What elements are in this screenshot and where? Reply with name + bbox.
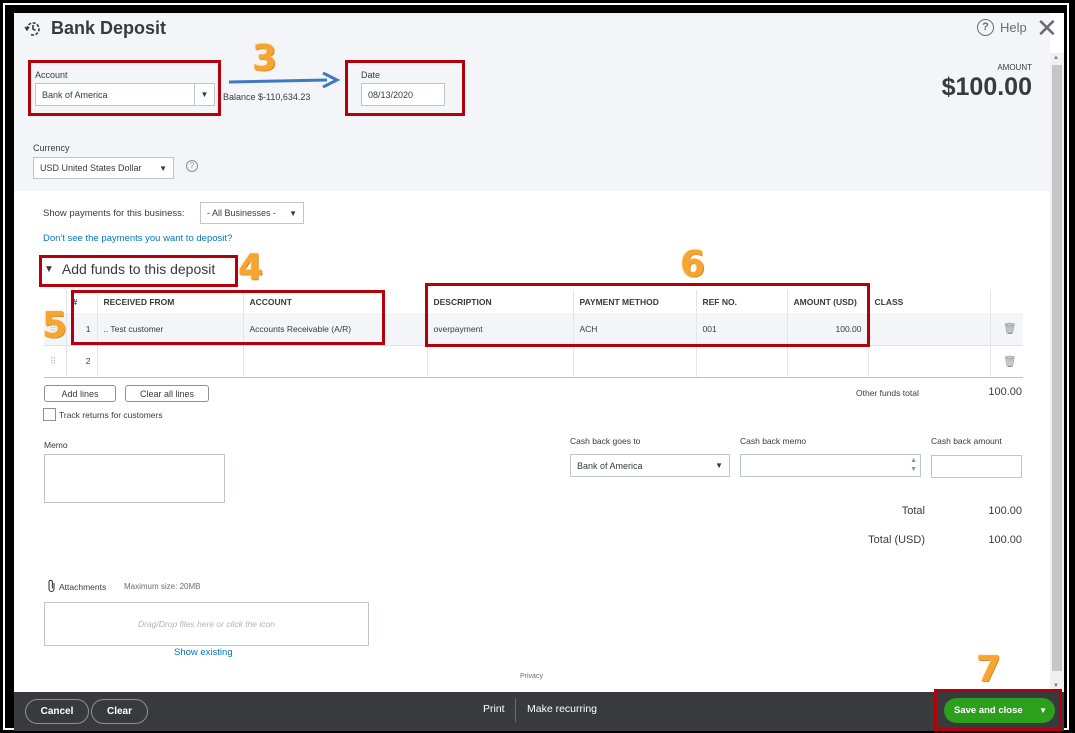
total-value: 100.00 bbox=[988, 505, 1022, 517]
footer-divider bbox=[515, 698, 516, 722]
screenshot-frame: Bank Deposit ? Help ✕ Account Bank of Am… bbox=[3, 3, 1069, 731]
step-5-label: 5 bbox=[42, 305, 68, 346]
chevron-down-icon: ▼ bbox=[715, 461, 723, 470]
cash-back-goes-to-label: Cash back goes to bbox=[570, 436, 641, 446]
cash-back-memo-label: Cash back memo bbox=[740, 436, 807, 446]
bank-deposit-window: Bank Deposit ? Help ✕ Account Bank of Am… bbox=[14, 13, 1064, 731]
cash-back-amount-label: Cash back amount bbox=[931, 436, 1002, 446]
show-payments-label: Show payments for this business: bbox=[43, 208, 185, 219]
annotation-arrow bbox=[228, 71, 341, 89]
payment-method-cell[interactable] bbox=[573, 345, 697, 378]
track-returns-checkbox[interactable] bbox=[43, 408, 56, 421]
history-clock-icon bbox=[24, 22, 40, 36]
currency-label: Currency bbox=[33, 143, 70, 153]
add-lines-button[interactable]: Add lines bbox=[44, 385, 116, 402]
table-row[interactable]: ⠿ 2 🗑 bbox=[44, 345, 1023, 378]
received-from-cell[interactable] bbox=[97, 345, 244, 378]
col-class: CLASS bbox=[868, 290, 991, 313]
attachments-label: Attachments bbox=[59, 582, 107, 592]
account-balance: Balance $-110,634.23 bbox=[223, 92, 311, 102]
description-cell[interactable] bbox=[427, 345, 574, 378]
dropzone-hint: Drag/Drop files here or click the icon bbox=[137, 619, 275, 629]
account-cell[interactable] bbox=[243, 345, 428, 378]
class-cell[interactable] bbox=[868, 313, 991, 346]
step-3-label: 3 bbox=[252, 38, 278, 79]
highlight-save bbox=[934, 689, 1062, 731]
memo-input[interactable] bbox=[44, 454, 225, 503]
currency-value: USD United States Dollar bbox=[40, 163, 142, 173]
amount-label: AMOUNT bbox=[997, 63, 1032, 72]
cash-back-amount-input[interactable] bbox=[931, 455, 1022, 478]
clear-all-lines-button[interactable]: Clear all lines bbox=[125, 385, 209, 402]
other-funds-total-value: 100.00 bbox=[988, 386, 1022, 398]
total-usd-label: Total (USD) bbox=[868, 534, 925, 546]
scrollbar-thumb[interactable] bbox=[1052, 65, 1062, 671]
cash-back-account-value: Bank of America bbox=[577, 460, 643, 471]
clear-button[interactable]: Clear bbox=[91, 699, 148, 724]
step-4-label: 4 bbox=[238, 247, 264, 288]
paperclip-icon[interactable] bbox=[47, 579, 57, 593]
page-title: Bank Deposit bbox=[51, 18, 167, 38]
track-returns-label: Track returns for customers bbox=[59, 410, 163, 420]
ref-no-cell[interactable] bbox=[696, 345, 788, 378]
cancel-button[interactable]: Cancel bbox=[25, 699, 89, 724]
footer-bar: Cancel Clear Print Make recurring Save a… bbox=[14, 692, 1064, 731]
close-icon[interactable]: ✕ bbox=[1036, 15, 1058, 41]
other-funds-total-label: Other funds total bbox=[856, 388, 919, 398]
privacy-link[interactable]: Privacy bbox=[520, 673, 543, 680]
highlight-account bbox=[28, 60, 221, 116]
step-7-label: 7 bbox=[976, 649, 1002, 690]
chevron-down-icon: ▼ bbox=[159, 163, 167, 173]
question-circle-icon[interactable]: ? bbox=[186, 160, 198, 172]
help-label: Help bbox=[1000, 20, 1027, 35]
make-recurring-button[interactable]: Make recurring bbox=[527, 703, 597, 715]
show-existing-link[interactable]: Show existing bbox=[174, 647, 233, 658]
trash-icon[interactable]: 🗑 bbox=[990, 345, 1023, 378]
total-label: Total bbox=[901, 505, 925, 517]
spinner-icon[interactable]: ▲ ▼ bbox=[910, 456, 917, 474]
highlight-date bbox=[345, 60, 465, 116]
highlight-add-funds bbox=[39, 255, 238, 287]
help-button[interactable]: ? Help bbox=[977, 19, 1027, 36]
question-circle-icon: ? bbox=[977, 19, 994, 36]
scroll-up-icon[interactable]: ▲ bbox=[1053, 55, 1059, 61]
memo-label: Memo bbox=[44, 440, 68, 450]
amount-cell[interactable] bbox=[787, 345, 869, 378]
drag-handle-icon[interactable]: ⠿ bbox=[44, 345, 67, 378]
step-6-label: 6 bbox=[680, 244, 706, 285]
amount-value: $100.00 bbox=[941, 73, 1032, 101]
business-filter-value: - All Businesses - bbox=[207, 208, 277, 218]
highlight-description-amount bbox=[425, 283, 870, 347]
col-actions bbox=[990, 290, 1023, 313]
cash-back-account-select[interactable]: Bank of America ▼ bbox=[570, 454, 730, 477]
attachment-dropzone[interactable]: Drag/Drop files here or click the icon bbox=[44, 602, 369, 646]
business-filter-select[interactable]: - All Businesses - ▼ bbox=[200, 202, 304, 224]
chevron-down-icon: ▼ bbox=[289, 208, 297, 218]
vertical-scrollbar[interactable]: ▲ ▼ bbox=[1050, 53, 1064, 691]
trash-icon[interactable]: 🗑 bbox=[990, 313, 1023, 346]
total-usd-value: 100.00 bbox=[988, 534, 1022, 546]
highlight-received-account bbox=[71, 290, 385, 345]
row-number: 2 bbox=[66, 345, 98, 378]
attachments-max-size: Maximum size: 20MB bbox=[124, 582, 201, 591]
missing-payments-link[interactable]: Don't see the payments you want to depos… bbox=[43, 233, 232, 244]
currency-select[interactable]: USD United States Dollar ▼ bbox=[33, 157, 174, 179]
print-button[interactable]: Print bbox=[483, 703, 505, 715]
class-cell[interactable] bbox=[868, 345, 991, 378]
cash-back-memo-input[interactable]: ▲ ▼ bbox=[740, 454, 921, 477]
